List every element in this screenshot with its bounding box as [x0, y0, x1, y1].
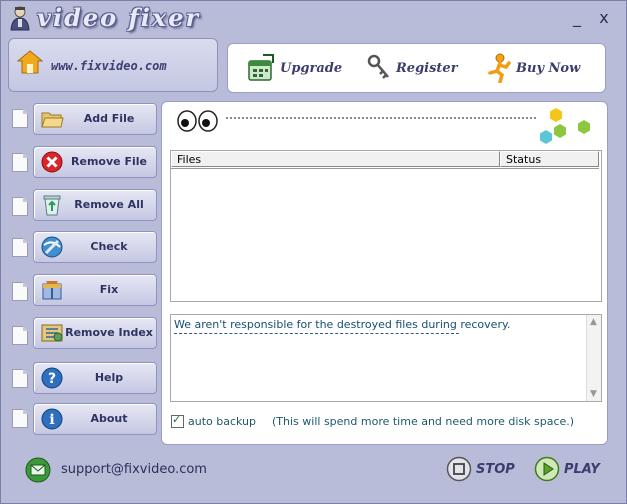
auto-backup-checkbox[interactable] — [171, 413, 184, 428]
remove-index-label: Remove Index — [65, 326, 153, 339]
upgrade-button[interactable]: Upgrade — [246, 52, 342, 84]
person-running-icon — [488, 53, 511, 83]
hexagon-decoration-icon — [540, 108, 590, 144]
remove-file-label: Remove File — [71, 155, 147, 168]
play-label: PLAY — [564, 461, 600, 477]
app-window: video fixer _ x www.fixvideo.com Upgrade — [0, 0, 627, 504]
remove-all-label: Remove All — [74, 198, 144, 211]
website-link[interactable]: www.fixvideo.com — [51, 59, 167, 73]
document-icon — [12, 109, 28, 128]
remove-file-button[interactable]: Remove File — [33, 146, 157, 178]
log-box[interactable]: We aren't responsible for the destroyed … — [170, 314, 602, 402]
help-icon: ? — [41, 367, 63, 389]
remove-icon — [41, 151, 63, 173]
document-icon — [12, 153, 28, 172]
log-divider — [174, 333, 459, 334]
register-label: Register — [396, 60, 458, 76]
fix-label: Fix — [99, 283, 119, 296]
app-title: video fixer — [37, 3, 201, 32]
key-icon — [367, 54, 389, 79]
log-message: We aren't responsible for the destroyed … — [174, 318, 511, 331]
folder-icon — [41, 112, 64, 128]
help-button[interactable]: ? Help — [33, 362, 157, 394]
check-button[interactable]: Check — [33, 231, 157, 263]
about-label: About — [90, 412, 128, 425]
eyes-icon — [177, 110, 218, 132]
stop-button[interactable]: STOP — [446, 456, 515, 482]
remove-index-icon — [41, 324, 63, 342]
main-panel: Files Status We aren't responsible for t… — [161, 101, 608, 445]
remove-index-button[interactable]: Remove Index — [33, 317, 157, 349]
remove-all-button[interactable]: Remove All — [33, 189, 157, 221]
dotted-divider — [226, 117, 536, 119]
website-banner: www.fixvideo.com — [8, 38, 218, 92]
document-icon — [12, 326, 28, 345]
stop-label: STOP — [476, 461, 515, 477]
buy-now-button[interactable]: Buy Now — [486, 52, 580, 84]
scroll-up-icon[interactable]: ▲ — [590, 317, 597, 327]
info-icon: i — [41, 408, 63, 430]
email-icon[interactable] — [25, 457, 51, 483]
document-icon — [12, 197, 28, 216]
files-table[interactable]: Files Status — [170, 150, 602, 302]
buy-now-label: Buy Now — [516, 60, 581, 76]
play-icon — [534, 456, 560, 482]
help-label: Help — [94, 371, 124, 384]
log-scrollbar[interactable]: ▲ ▼ — [586, 315, 601, 401]
auto-backup-label[interactable]: auto backup — [188, 415, 256, 428]
document-icon — [12, 282, 28, 301]
document-icon — [12, 238, 28, 257]
column-header-files[interactable]: Files — [171, 151, 500, 167]
fix-button[interactable]: Fix — [33, 274, 157, 306]
home-icon[interactable] — [17, 49, 43, 75]
minimize-button[interactable]: _ — [568, 9, 586, 27]
title-bar[interactable]: video fixer _ x — [1, 1, 626, 37]
scroll-down-icon[interactable]: ▼ — [590, 389, 597, 399]
backup-row: auto backup (This will spend more time a… — [171, 413, 575, 428]
app-logo-icon — [10, 6, 30, 31]
close-button[interactable]: x — [595, 9, 613, 27]
check-label: Check — [90, 240, 128, 253]
register-button[interactable]: Register — [366, 52, 458, 84]
document-icon — [12, 369, 28, 388]
svg-text:?: ? — [48, 371, 56, 387]
upgrade-icon — [248, 54, 274, 81]
stop-icon — [446, 456, 472, 482]
play-button[interactable]: PLAY — [534, 456, 600, 482]
check-icon — [41, 236, 63, 258]
upgrade-label: Upgrade — [280, 60, 343, 76]
support-email[interactable]: support@fixvideo.com — [61, 462, 207, 477]
add-file-label: Add File — [83, 112, 135, 125]
document-icon — [12, 409, 28, 428]
about-button[interactable]: i About — [33, 403, 157, 435]
svg-text:i: i — [49, 412, 54, 428]
backup-note: (This will spend more time and need more… — [272, 415, 575, 428]
column-header-status[interactable]: Status — [500, 151, 599, 167]
fix-icon — [42, 281, 62, 300]
recycle-bin-icon — [43, 195, 61, 216]
add-file-button[interactable]: Add File — [33, 103, 157, 135]
table-header: Files Status — [171, 151, 599, 169]
top-menu: Upgrade Register Buy Now — [227, 43, 606, 93]
